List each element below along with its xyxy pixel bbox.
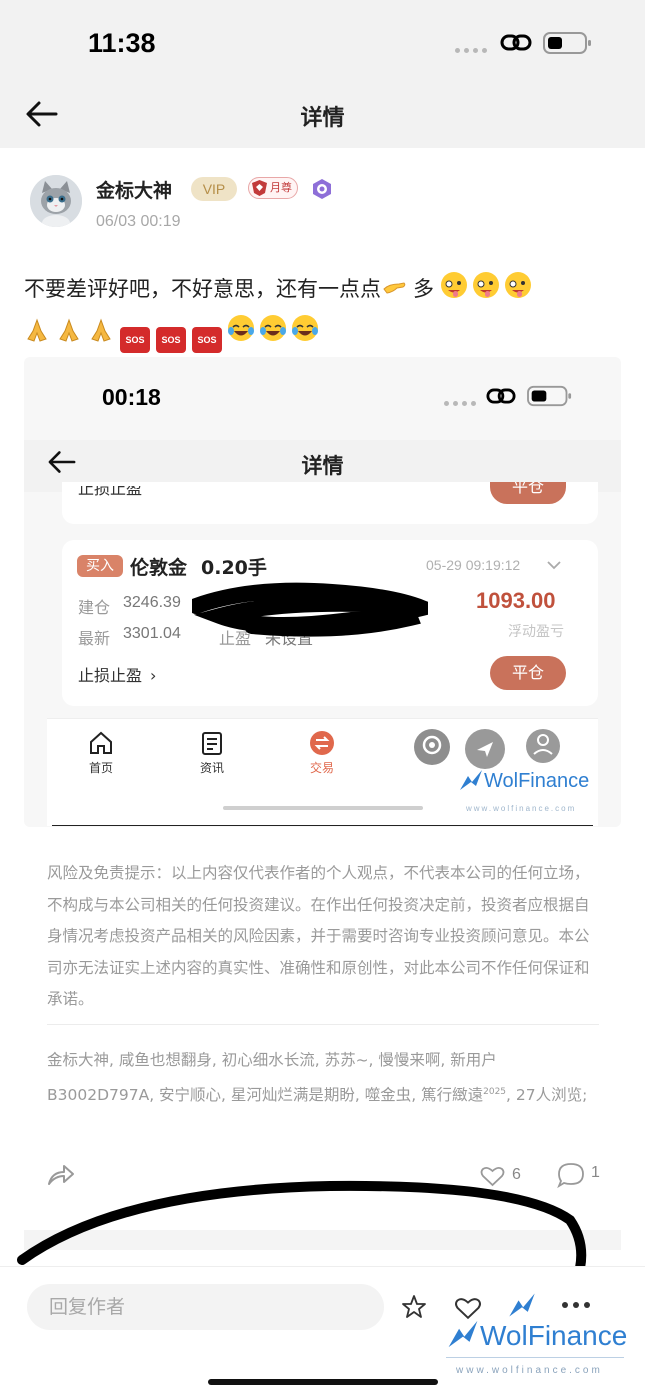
home-icon [90, 731, 112, 754]
tears-of-joy-icon [228, 315, 254, 341]
latest-label: 最新 [78, 629, 111, 648]
divider [47, 1024, 599, 1025]
praying-hands-icon [59, 318, 79, 342]
viewer-superscript: 2025 [483, 1086, 507, 1097]
status-time: 11:38 [88, 28, 156, 58]
embedded-link-icon [486, 388, 516, 404]
embedded-tab-home: 首页 [66, 729, 136, 776]
embedded-bottom-edge [52, 825, 593, 826]
watermark-brand: WolFinance [484, 770, 590, 792]
embedded-signal-dots-icon [444, 401, 476, 406]
level-badge-icon [313, 179, 331, 199]
star-icon[interactable] [400, 1293, 428, 1321]
crest-icon [252, 180, 267, 196]
tears-of-joy-icon [260, 315, 286, 341]
scribble-overlay [17, 1180, 587, 1270]
pinching-hand-icon [383, 282, 406, 294]
redaction-scribble [192, 582, 428, 637]
sos-icon: SOS [156, 327, 186, 353]
send-icon [465, 729, 505, 769]
sos-icon: SOS [120, 327, 150, 353]
bottom-watermark-url: www.wolfinance.com [456, 1365, 603, 1376]
cat-avatar-icon [30, 175, 82, 227]
signal-dots-icon [455, 48, 487, 53]
viewers-list: 金标大神, 咸鱼也想翻身, 初心细水长流, 苏苏~, 慢慢来啊, 新用户B300… [47, 1045, 599, 1111]
link-icon [500, 34, 532, 51]
zany-face-icon [440, 272, 467, 298]
reply-input[interactable] [27, 1284, 384, 1330]
watermark-url: www.wolfinance.com [466, 804, 577, 813]
battery-icon [543, 32, 591, 54]
embedded-tab-trade: 交易 [287, 729, 357, 776]
wolfinance-logo-icon [509, 1293, 535, 1317]
floating-profit-label: 浮动盈亏 [508, 624, 564, 640]
profile-icon [526, 729, 560, 763]
tab-label: 资讯 [199, 761, 224, 775]
author-name[interactable]: 金标大神 [96, 176, 172, 203]
embedded-battery-icon [527, 385, 572, 407]
viewer-names: 金标大神, 咸鱼也想翻身, 初心细水长流, 苏苏~, 慢慢来啊, 新用户B300… [47, 1051, 497, 1104]
instrument-label: 伦敦金 [130, 557, 188, 579]
chevron-down-icon [547, 561, 561, 570]
home-indicator [208, 1379, 438, 1385]
tab-label: 首页 [88, 761, 113, 775]
bottom-watermark-brand: WolFinance [480, 1320, 628, 1351]
chevron-right-icon: › [150, 666, 157, 685]
wolf-icon [414, 729, 450, 765]
embedded-status-time: 00:18 [102, 384, 161, 410]
embedded-tab-news: 资讯 [177, 729, 247, 776]
open-label: 建仓 [78, 598, 111, 617]
watermark-logo-icon [448, 1320, 478, 1348]
sos-icon: SOS [192, 327, 222, 353]
embedded-top-sltp: 止损止盈 [78, 486, 143, 498]
month-badge: 月尊 [248, 177, 298, 199]
floating-profit: 1093.00 [476, 588, 556, 613]
news-icon [202, 732, 222, 755]
wolfinance-logo-icon [460, 770, 482, 790]
post-content: 不要差评好吧，不好意思，还有一点点多 SOS SOS SOS [24, 268, 624, 354]
position-date: 05-29 09:19:12 [426, 557, 521, 573]
page-title: 详情 [300, 106, 345, 131]
embedded-page-title: 详情 [301, 454, 344, 478]
more-icon[interactable] [560, 1300, 592, 1310]
embedded-tab-wolf: WOLF [397, 729, 467, 781]
vip-badge: VIP [191, 177, 237, 201]
month-badge-label: 月尊 [270, 181, 292, 194]
post-timestamp: 06/03 00:19 [96, 213, 181, 230]
post-line-1: 不要差评好吧，不好意思，还有一点点 多 [24, 268, 624, 311]
embedded-top-close-button: 平仓 [490, 482, 566, 504]
like-heart-icon[interactable] [454, 1296, 482, 1320]
praying-hands-icon [27, 318, 47, 342]
tab-label: 交易 [309, 761, 334, 775]
lots-label: 0.20手 [201, 557, 267, 579]
post-text: 不要差评好吧，不好意思，还有一点点 [24, 277, 381, 301]
instrument-name: 伦敦金 0.20手 [130, 553, 267, 580]
post-text-tail: 多 [413, 277, 434, 301]
post-line-2: SOS SOS SOS [24, 311, 624, 354]
zany-face-icon [504, 272, 531, 298]
view-count: , 27人浏览; [506, 1085, 588, 1104]
embedded-sltp-label: 止损止盈 [78, 666, 143, 685]
praying-hands-icon [91, 318, 111, 342]
latest-price: 3301.04 [123, 625, 181, 642]
embedded-close-button: 平仓 [490, 656, 566, 690]
open-price: 3246.39 [123, 594, 181, 611]
tears-of-joy-icon [292, 315, 318, 341]
disclaimer-text: 风险及免责提示：以上内容仅代表作者的个人观点，不代表本公司的任何立场，不构成与本… [47, 864, 590, 1008]
watermark-line [446, 1357, 624, 1358]
trade-icon [310, 731, 334, 755]
avatar[interactable] [30, 175, 82, 227]
tab-label: WOLF [414, 767, 450, 781]
buy-tag: 买入 [77, 555, 123, 577]
zany-face-icon [472, 272, 499, 298]
embedded-sltp-link: 止损止盈 › [78, 662, 156, 686]
embedded-home-indicator [223, 806, 423, 810]
